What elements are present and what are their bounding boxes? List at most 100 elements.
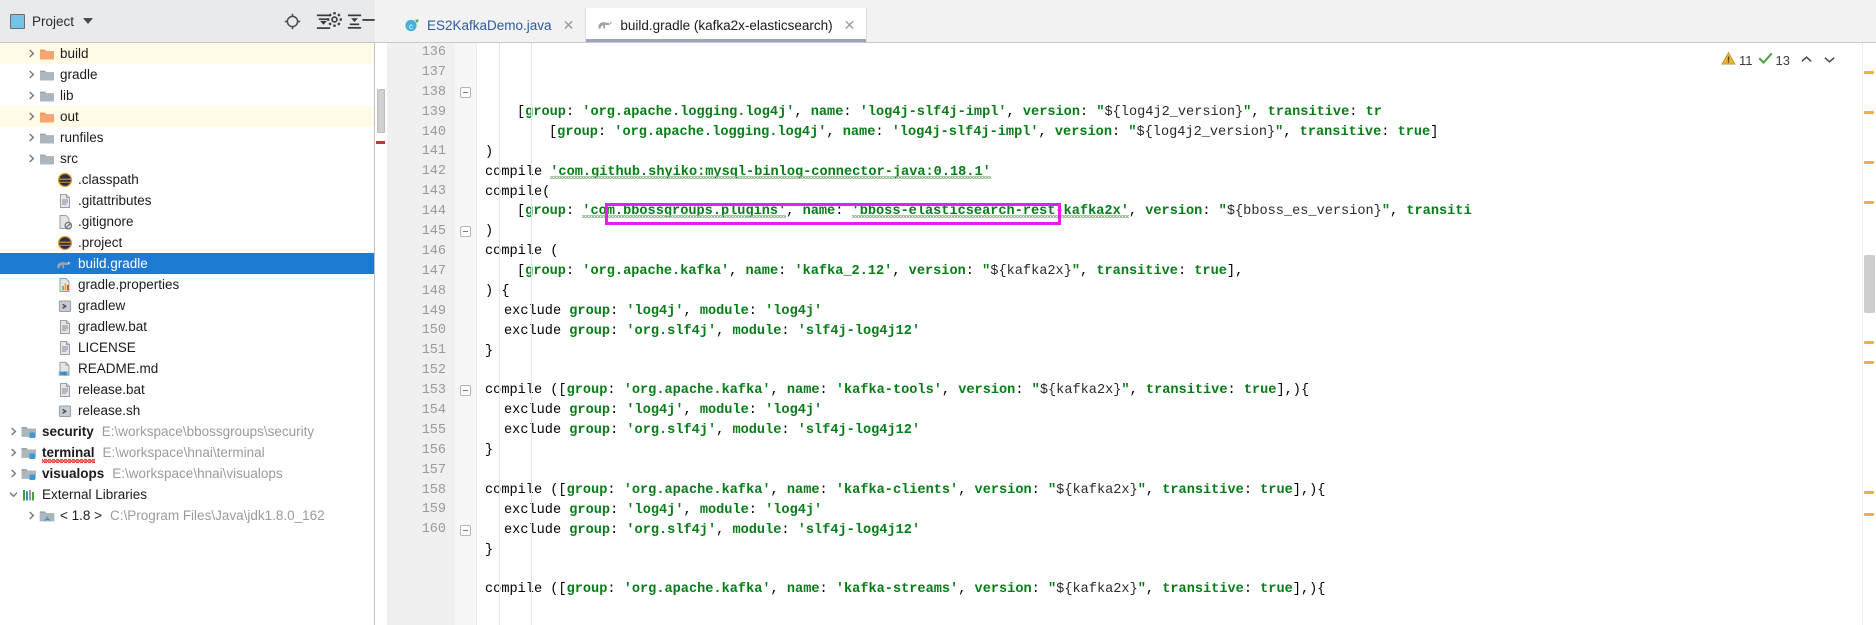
chevron-down-icon[interactable] xyxy=(6,489,20,500)
code-token: exclude xyxy=(504,323,570,339)
tree-item-visualops[interactable]: visualops E:\workspace\hnai\visualops xyxy=(0,463,374,484)
project-panel-title[interactable]: Project xyxy=(10,13,94,29)
tree-item-gradlew[interactable]: gradlew xyxy=(0,295,374,316)
chevron-right-icon[interactable] xyxy=(24,153,38,164)
inspection-status-widget[interactable]: 11 13 xyxy=(1717,49,1840,71)
fold-toggle-icon[interactable] xyxy=(460,86,471,98)
code-content[interactable]: [group: 'org.apache.logging.log4j', name… xyxy=(477,43,1876,625)
stripe-warning-mark[interactable] xyxy=(1864,161,1874,164)
tree-item-release-sh[interactable]: release.sh xyxy=(0,400,374,421)
code-line[interactable]: compile ([group: 'org.apache.kafka', nam… xyxy=(485,381,1876,401)
stripe-warning-mark[interactable] xyxy=(1864,111,1874,114)
chevron-up-icon[interactable] xyxy=(1800,53,1813,68)
warning-status[interactable]: 11 xyxy=(1721,51,1753,69)
tree-item-gitattributes[interactable]: .gitattributes xyxy=(0,190,374,211)
stripe-warning-mark[interactable] xyxy=(1864,513,1874,516)
minimize-icon[interactable] xyxy=(360,11,377,33)
stripe-warning-mark[interactable] xyxy=(1864,201,1874,204)
code-editor[interactable]: 136 137 138 139 140 141 142 143 144 145 146 147 148 1… xyxy=(375,43,1876,625)
code-line[interactable]: [group: 'org.apache.kafka', name: 'kafka… xyxy=(485,262,1876,282)
code-line[interactable]: } xyxy=(485,342,1876,362)
error-marker[interactable] xyxy=(376,141,385,144)
code-line[interactable]: exclude group: 'log4j', module: 'log4j' xyxy=(485,401,1876,421)
external-libraries-icon xyxy=(20,487,37,503)
code-token: [ xyxy=(517,264,526,280)
chevron-right-icon[interactable] xyxy=(6,447,20,458)
tree-item-lib[interactable]: lib xyxy=(0,85,374,106)
close-icon[interactable]: ✕ xyxy=(843,18,857,32)
change-marker[interactable] xyxy=(377,89,385,133)
chevron-right-icon[interactable] xyxy=(24,90,38,101)
gear-icon[interactable] xyxy=(326,11,343,33)
inspection-nav-down[interactable] xyxy=(1823,53,1836,68)
tree-item-gradle[interactable]: gradle xyxy=(0,64,374,85)
chevron-right-icon[interactable] xyxy=(6,468,20,479)
inspection-check-status[interactable]: 13 xyxy=(1758,51,1790,69)
chevron-down-icon[interactable] xyxy=(83,18,94,24)
tree-item-release-bat[interactable]: release.bat xyxy=(0,379,374,400)
tree-item-terminal[interactable]: terminal E:\workspace\hnai\terminal xyxy=(0,442,374,463)
chevron-right-icon[interactable] xyxy=(24,69,38,80)
code-line[interactable]: [group: 'org.apache.logging.log4j', name… xyxy=(485,103,1876,123)
tree-item-src[interactable]: src xyxy=(0,148,374,169)
stripe-warning-mark[interactable] xyxy=(1864,71,1874,74)
code-line[interactable]: ) xyxy=(485,222,1876,242)
tree-item-runfiles[interactable]: runfiles xyxy=(0,127,374,148)
code-line[interactable]: [group: 'com.bbossgroups.plugins', name:… xyxy=(485,202,1876,222)
chevron-right-icon[interactable] xyxy=(6,426,20,437)
tree-item-license[interactable]: LICENSE xyxy=(0,337,374,358)
chevron-down-icon[interactable] xyxy=(1823,53,1836,68)
tree-item-external-libraries[interactable]: External Libraries xyxy=(0,484,374,505)
tree-item-gradlew-bat[interactable]: gradlew.bat xyxy=(0,316,374,337)
chevron-right-icon[interactable] xyxy=(24,510,38,521)
locate-icon[interactable] xyxy=(284,13,301,30)
chevron-right-icon[interactable] xyxy=(24,132,38,143)
stripe-warning-mark[interactable] xyxy=(1864,341,1874,344)
tree-item-out[interactable]: out xyxy=(0,106,374,127)
stripe-warning-mark[interactable] xyxy=(1864,361,1874,364)
code-line[interactable]: ) { xyxy=(485,282,1876,302)
editor-error-stripe[interactable] xyxy=(1862,43,1876,625)
inspection-nav[interactable] xyxy=(1800,53,1813,68)
code-line[interactable]: exclude group: 'org.slf4j', module: 'slf… xyxy=(485,521,1876,541)
tree-item-gitignore[interactable]: .gitignore xyxy=(0,211,374,232)
code-line[interactable]: [group: 'org.apache.logging.log4j', name… xyxy=(485,123,1876,143)
fold-toggle-icon[interactable] xyxy=(460,524,471,536)
tree-item-build[interactable]: build xyxy=(0,43,374,64)
chevron-right-icon[interactable] xyxy=(24,48,38,59)
code-line[interactable]: } xyxy=(485,441,1876,461)
code-line[interactable]: ) xyxy=(485,143,1876,163)
fold-toggle-icon[interactable] xyxy=(460,226,471,238)
code-line[interactable]: compile ( xyxy=(485,242,1876,262)
tree-item-1-8[interactable]: < 1.8 > C:\Program Files\Java\jdk1.8.0_16… xyxy=(0,505,374,526)
close-icon[interactable]: ✕ xyxy=(562,18,576,32)
tab-build-gradle[interactable]: build.gradle (kafka2x-elasticsearch) ✕ xyxy=(586,8,868,42)
project-tree[interactable]: build gradle lib out runfiles src .classpath .g… xyxy=(0,43,374,526)
stripe-warning-mark[interactable] xyxy=(1864,491,1874,494)
code-line[interactable]: exclude group: 'log4j', module: 'log4j' xyxy=(485,302,1876,322)
scrollbar-thumb[interactable] xyxy=(1864,255,1875,313)
fold-toggle-icon[interactable] xyxy=(460,385,471,397)
code-line[interactable]: exclude group: 'log4j', module: 'log4j' xyxy=(485,501,1876,521)
chevron-right-icon[interactable] xyxy=(24,111,38,122)
code-line[interactable]: exclude group: 'org.slf4j', module: 'slf… xyxy=(485,421,1876,441)
tree-item-project[interactable]: .project xyxy=(0,232,374,253)
code-line[interactable] xyxy=(485,560,1876,580)
tree-item-classpath[interactable]: .classpath xyxy=(0,169,374,190)
tree-item-security[interactable]: security E:\workspace\bbossgroups\securit… xyxy=(0,421,374,442)
line-number: 153 xyxy=(421,383,446,399)
tree-item-gradle-properties[interactable]: gradle.properties xyxy=(0,274,374,295)
code-line[interactable]: compile( xyxy=(485,183,1876,203)
code-line[interactable]: compile 'com.github.shyiko:mysql-binlog-… xyxy=(485,163,1876,183)
code-line[interactable]: exclude group: 'org.slf4j', module: 'slf… xyxy=(485,322,1876,342)
tab-es2kafkademo-java[interactable]: c ES2KafkaDemo.java ✕ xyxy=(393,8,587,42)
code-line[interactable]: compile ([group: 'org.apache.kafka', nam… xyxy=(485,481,1876,501)
tree-item-readme-md[interactable]: MD README.md xyxy=(0,358,374,379)
code-line[interactable]: compile ([group: 'org.apache.kafka', nam… xyxy=(485,580,1876,600)
code-line[interactable] xyxy=(485,362,1876,382)
tree-item-build-gradle[interactable]: build.gradle xyxy=(0,253,374,274)
code-line[interactable]: } xyxy=(485,541,1876,561)
code-folding-column[interactable] xyxy=(455,43,477,625)
code-line[interactable] xyxy=(485,461,1876,481)
project-tree-panel[interactable]: build gradle lib out runfiles src .classpath .g… xyxy=(0,43,375,625)
